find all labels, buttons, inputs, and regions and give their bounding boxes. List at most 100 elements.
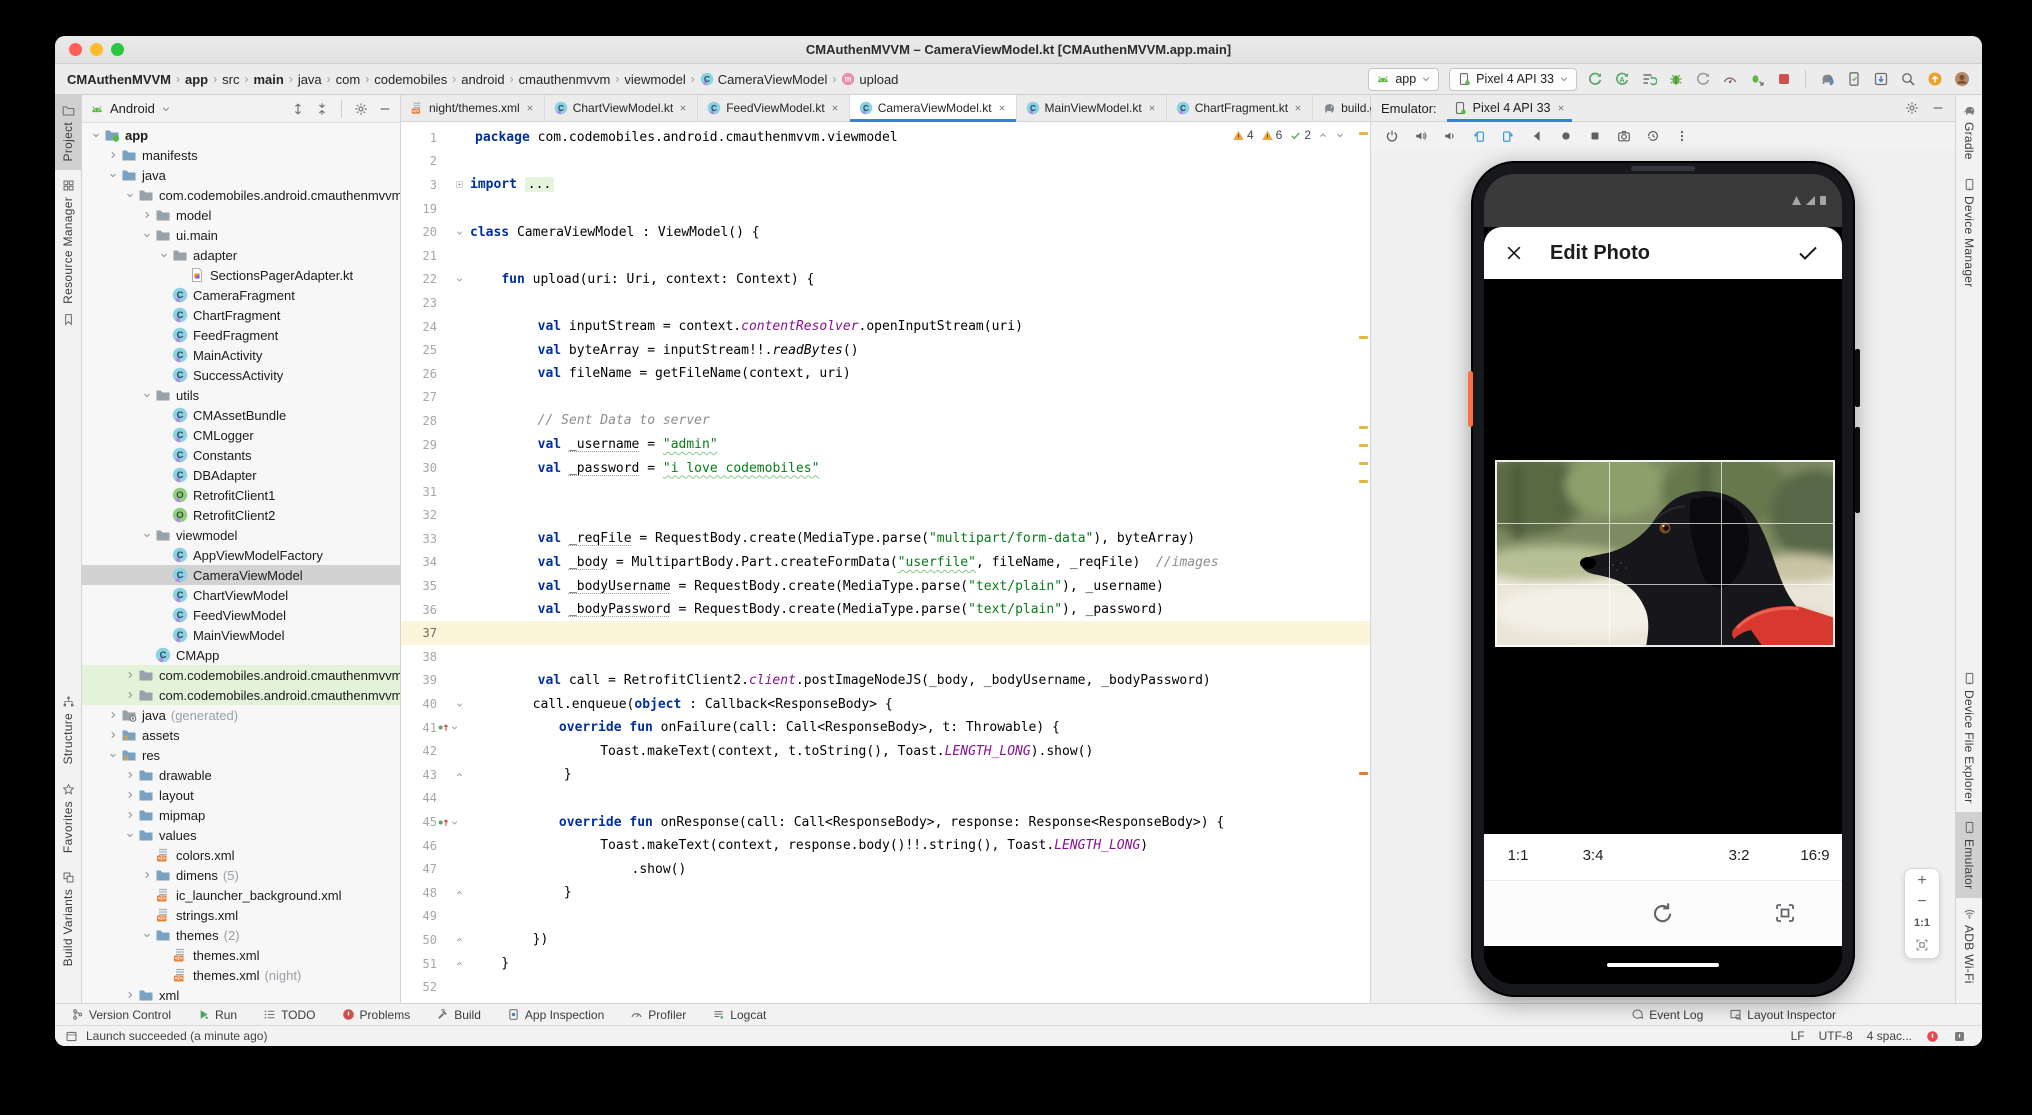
tree-expanded-icon[interactable]	[139, 530, 155, 540]
zoom-reset-button[interactable]: 1:1	[1914, 917, 1930, 929]
tree-item[interactable]: CMainViewModel	[82, 625, 400, 645]
tree-collapsed-icon[interactable]	[105, 710, 121, 720]
tree-item[interactable]: adapter	[82, 245, 400, 265]
tree-collapsed-icon[interactable]	[122, 770, 138, 780]
tree-item[interactable]: CCMLogger	[82, 425, 400, 445]
project-view-selector[interactable]: Android	[110, 101, 155, 116]
tree-item[interactable]: res	[82, 745, 400, 765]
search-icon[interactable]	[1900, 71, 1916, 87]
tree-item[interactable]: CCameraViewModel	[82, 565, 400, 585]
inspection-widget[interactable]: 4 6 2	[1227, 127, 1350, 143]
tree-item[interactable]: CFeedViewModel	[82, 605, 400, 625]
editor-tab[interactable]: </>night/themes.xml	[401, 95, 545, 121]
tree-item[interactable]: CDBAdapter	[82, 465, 400, 485]
fold-marker-icon[interactable]	[455, 180, 464, 189]
tree-item[interactable]: CCameraFragment	[82, 285, 400, 305]
emulator-device-tab[interactable]: Pixel 4 API 33	[1447, 95, 1573, 121]
dog-photo[interactable]	[1495, 460, 1835, 647]
breadcrumb-item[interactable]: com	[336, 72, 361, 87]
tree-expanded-icon[interactable]	[122, 830, 138, 840]
chevron-down-icon[interactable]	[161, 104, 171, 114]
tree-item[interactable]: CMainActivity	[82, 345, 400, 365]
breadcrumb-item[interactable]: viewmodel	[624, 72, 685, 87]
minimize-window-button[interactable]	[90, 43, 103, 56]
ide-fatal-errors-icon[interactable]	[1953, 1030, 1966, 1043]
stripe-button-device-file-explorer[interactable]: Device File Explorer	[1956, 663, 1982, 812]
close-tab-icon[interactable]	[1147, 103, 1157, 113]
editor-tab[interactable]: CChartViewModel.kt	[545, 95, 699, 121]
tree-item[interactable]: SectionsPagerAdapter.kt	[82, 265, 400, 285]
error-notification-icon[interactable]	[1926, 1030, 1939, 1043]
gear-icon[interactable]	[354, 102, 368, 116]
stripe-button-resource-manager[interactable]: Resource Manager	[55, 170, 81, 313]
nav-overview-icon[interactable]	[1588, 129, 1602, 143]
close-tab-icon[interactable]	[1293, 103, 1303, 113]
close-tab-icon[interactable]	[830, 103, 840, 113]
confirm-edit-button[interactable]	[1796, 241, 1820, 265]
tool-window-button-profiler[interactable]: Profiler	[630, 1008, 686, 1022]
run-configuration-select[interactable]: app	[1368, 68, 1439, 91]
fold-marker-icon[interactable]	[455, 275, 464, 284]
tree-item[interactable]: drawable	[82, 765, 400, 785]
tree-item[interactable]: CChartViewModel	[82, 585, 400, 605]
tree-item[interactable]: CSuccessActivity	[82, 365, 400, 385]
tree-item[interactable]: </>themes.xml(night)	[82, 965, 400, 985]
editor-tab[interactable]: CMainViewModel.kt	[1017, 95, 1167, 121]
code-editor[interactable]: 1package com.codemobiles.android.cmauthe…	[401, 122, 1370, 1003]
tree-item[interactable]: com.codemobiles.android.cmauthenmvvm	[82, 685, 400, 705]
override-marker-icon[interactable]	[437, 816, 450, 829]
rotate-left-icon[interactable]	[1472, 129, 1486, 143]
breadcrumb-item[interactable]: java	[298, 72, 322, 87]
tree-expanded-icon[interactable]	[139, 390, 155, 400]
tool-window-button-app-inspection[interactable]: App Inspection	[507, 1008, 604, 1022]
tree-item[interactable]: values	[82, 825, 400, 845]
tree-collapsed-icon[interactable]	[122, 690, 138, 700]
tree-item[interactable]: </>ic_launcher_background.xml	[82, 885, 400, 905]
stripe-button-device-manager[interactable]: Device Manager	[1956, 169, 1982, 297]
tree-item[interactable]: </>themes.xml	[82, 945, 400, 965]
stripe-button-gradle[interactable]: Gradle	[1956, 95, 1982, 169]
tree-item[interactable]: </>colors.xml	[82, 845, 400, 865]
close-window-button[interactable]	[69, 43, 82, 56]
tree-item[interactable]: CFeedFragment	[82, 325, 400, 345]
snapshots-icon[interactable]	[1646, 129, 1660, 143]
fold-marker-icon[interactable]	[450, 723, 459, 732]
stripe-button-project[interactable]: Project	[55, 95, 81, 170]
fold-marker-icon[interactable]	[455, 959, 464, 968]
editor-tab[interactable]: CChartFragment.kt	[1167, 95, 1313, 121]
profiler-icon[interactable]	[1722, 71, 1738, 87]
tree-item[interactable]: </>strings.xml	[82, 905, 400, 925]
tree-collapsed-icon[interactable]	[122, 670, 138, 680]
tree-item[interactable]: utils	[82, 385, 400, 405]
crop-grid[interactable]	[1495, 460, 1835, 647]
more-icon[interactable]	[1675, 129, 1689, 143]
tree-item[interactable]: com.codemobiles.android.cmauthenmvvm	[82, 665, 400, 685]
close-icon[interactable]	[1556, 103, 1566, 113]
tree-item[interactable]: java	[82, 165, 400, 185]
crop-full-button[interactable]	[1773, 901, 1797, 925]
fit-to-window-icon[interactable]	[1915, 938, 1929, 952]
tree-expanded-icon[interactable]	[156, 250, 172, 260]
status-item[interactable]: 4 spac...	[1867, 1029, 1912, 1043]
aspect-ratio-option[interactable]: 3:2	[1729, 847, 1750, 864]
editor-tab[interactable]: CFeedViewModel.kt	[698, 95, 850, 121]
fold-marker-icon[interactable]	[455, 228, 464, 237]
volume-up-icon[interactable]	[1414, 129, 1428, 143]
breadcrumb-item[interactable]: main	[253, 72, 283, 87]
tree-item[interactable]: CConstants	[82, 445, 400, 465]
tree-item[interactable]: ui.main	[82, 225, 400, 245]
sync-gradle-icon[interactable]	[1819, 71, 1835, 87]
close-tab-icon[interactable]	[525, 103, 535, 113]
tree-item[interactable]: CAppViewModelFactory	[82, 545, 400, 565]
tree-expanded-icon[interactable]	[139, 930, 155, 940]
tool-window-button-layout-inspector[interactable]: Layout Inspector	[1729, 1008, 1836, 1022]
tree-item[interactable]: java(generated)	[82, 705, 400, 725]
tree-item[interactable]: assets	[82, 725, 400, 745]
tree-item[interactable]: mipmap	[82, 805, 400, 825]
nav-back-icon[interactable]	[1530, 129, 1544, 143]
tree-item[interactable]: com.codemobiles.android.cmauthenmvvm	[82, 185, 400, 205]
breadcrumb-item[interactable]: mupload	[841, 72, 898, 87]
gear-icon[interactable]	[1905, 101, 1919, 115]
assistant-icon[interactable]	[1927, 71, 1943, 87]
apply-code-changes-icon[interactable]	[1749, 71, 1765, 87]
